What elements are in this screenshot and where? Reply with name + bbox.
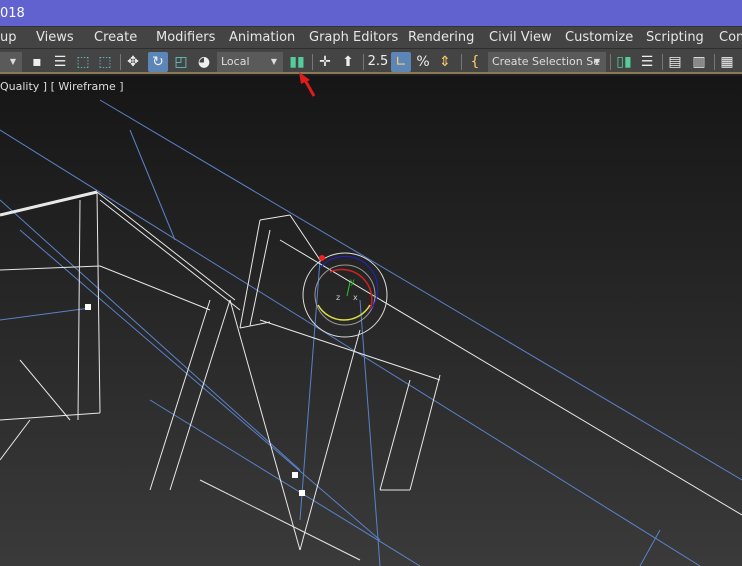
named-selection-icon[interactable]: { — [466, 52, 484, 72]
divider — [120, 54, 121, 70]
named-selection-dropdown[interactable]: Create Selection Se ▼ — [488, 52, 606, 72]
select-object-icon[interactable]: ▪ — [28, 52, 46, 72]
chevron-down-icon: ▼ — [270, 57, 277, 66]
menu-modifiers[interactable]: Modifiers — [156, 30, 215, 45]
blue-wire-edges — [0, 99, 742, 566]
menu-animation[interactable]: Animation — [229, 30, 295, 45]
chevron-down-icon: ▼ — [593, 57, 600, 66]
spinner-snap-icon[interactable]: ⇕ — [436, 52, 454, 72]
select-by-name-icon[interactable]: ☰ — [50, 52, 70, 72]
main-toolbar: ▼ ▪ ☰ ⬚ ⬚ ✥ ↻ ◰ ◕ Local ▼ ▮▮ ✛ ⬆ 2.5 ∟ % … — [0, 48, 742, 74]
menu-views[interactable]: Views — [36, 30, 74, 45]
menu-rendering[interactable]: Rendering — [408, 30, 474, 45]
keyboard-shortcut-icon[interactable]: ⬆ — [339, 52, 357, 72]
title-bar: 018 — [0, 0, 742, 26]
viewport-label[interactable]: Quality ] [ Wireframe ] — [0, 80, 124, 93]
coord-system-value: Local — [221, 55, 250, 68]
wireframe-scene: y x z — [0, 99, 742, 566]
menu-group[interactable]: up — [0, 30, 17, 45]
scale-icon[interactable]: ◰ — [172, 52, 190, 72]
menu-bar: up Views Create Modifiers Animation Grap… — [0, 26, 742, 48]
rect-selection-icon[interactable]: ⬚ — [74, 52, 92, 72]
chevron-down-icon: ▼ — [9, 57, 16, 66]
menu-create[interactable]: Create — [94, 30, 137, 45]
divider — [461, 54, 462, 70]
move-icon[interactable]: ✥ — [124, 52, 142, 72]
selection-filter-dropdown[interactable]: ▼ — [0, 52, 22, 72]
menu-customize[interactable]: Customize — [565, 30, 633, 45]
snap-label: 2.5 — [367, 54, 389, 69]
menu-scripting[interactable]: Scripting — [646, 30, 704, 45]
divider — [662, 54, 663, 70]
divider — [610, 54, 611, 70]
ribbon-icon[interactable]: ▦ — [718, 52, 736, 72]
mirror-icon[interactable]: ▯▮ — [614, 52, 634, 72]
percent-snap-icon[interactable]: % — [413, 52, 433, 72]
rotate-gizmo: y x z — [302, 252, 388, 338]
select-manipulate-icon[interactable]: ✛ — [316, 52, 334, 72]
pivot-center-icon[interactable]: ▮▮ — [287, 52, 307, 72]
rotate-icon[interactable]: ↻ — [148, 52, 168, 72]
scene-explorer-icon[interactable]: ▤ — [666, 52, 684, 72]
white-wire-edges — [0, 190, 742, 561]
menu-civil-view[interactable]: Civil View — [489, 30, 552, 45]
vertex-markers — [85, 304, 305, 496]
divider — [363, 54, 364, 70]
placement-icon[interactable]: ◕ — [194, 52, 214, 72]
angle-snap-icon[interactable]: ∟ — [391, 52, 411, 72]
menu-graph-editors[interactable]: Graph Editors — [309, 30, 398, 45]
window-crossing-icon[interactable]: ⬚ — [96, 52, 114, 72]
reference-coord-dropdown[interactable]: Local ▼ — [217, 52, 283, 72]
gizmo-x-label: x — [353, 293, 358, 302]
divider — [312, 54, 313, 70]
app-title: 018 — [0, 6, 25, 21]
selection-set-value: Create Selection Se — [492, 55, 600, 68]
layer-explorer-icon[interactable]: ▥ — [690, 52, 708, 72]
gizmo-y-label: y — [350, 277, 355, 286]
gizmo-z-label: z — [336, 293, 340, 302]
snaps-toggle-icon[interactable]: 2.5 — [367, 52, 389, 72]
align-icon[interactable]: ☰ — [638, 52, 656, 72]
menu-content[interactable]: Cont — [719, 30, 742, 45]
perspective-viewport[interactable]: y x z Quality ] [ Wireframe ] — [0, 76, 742, 566]
divider — [714, 54, 715, 70]
